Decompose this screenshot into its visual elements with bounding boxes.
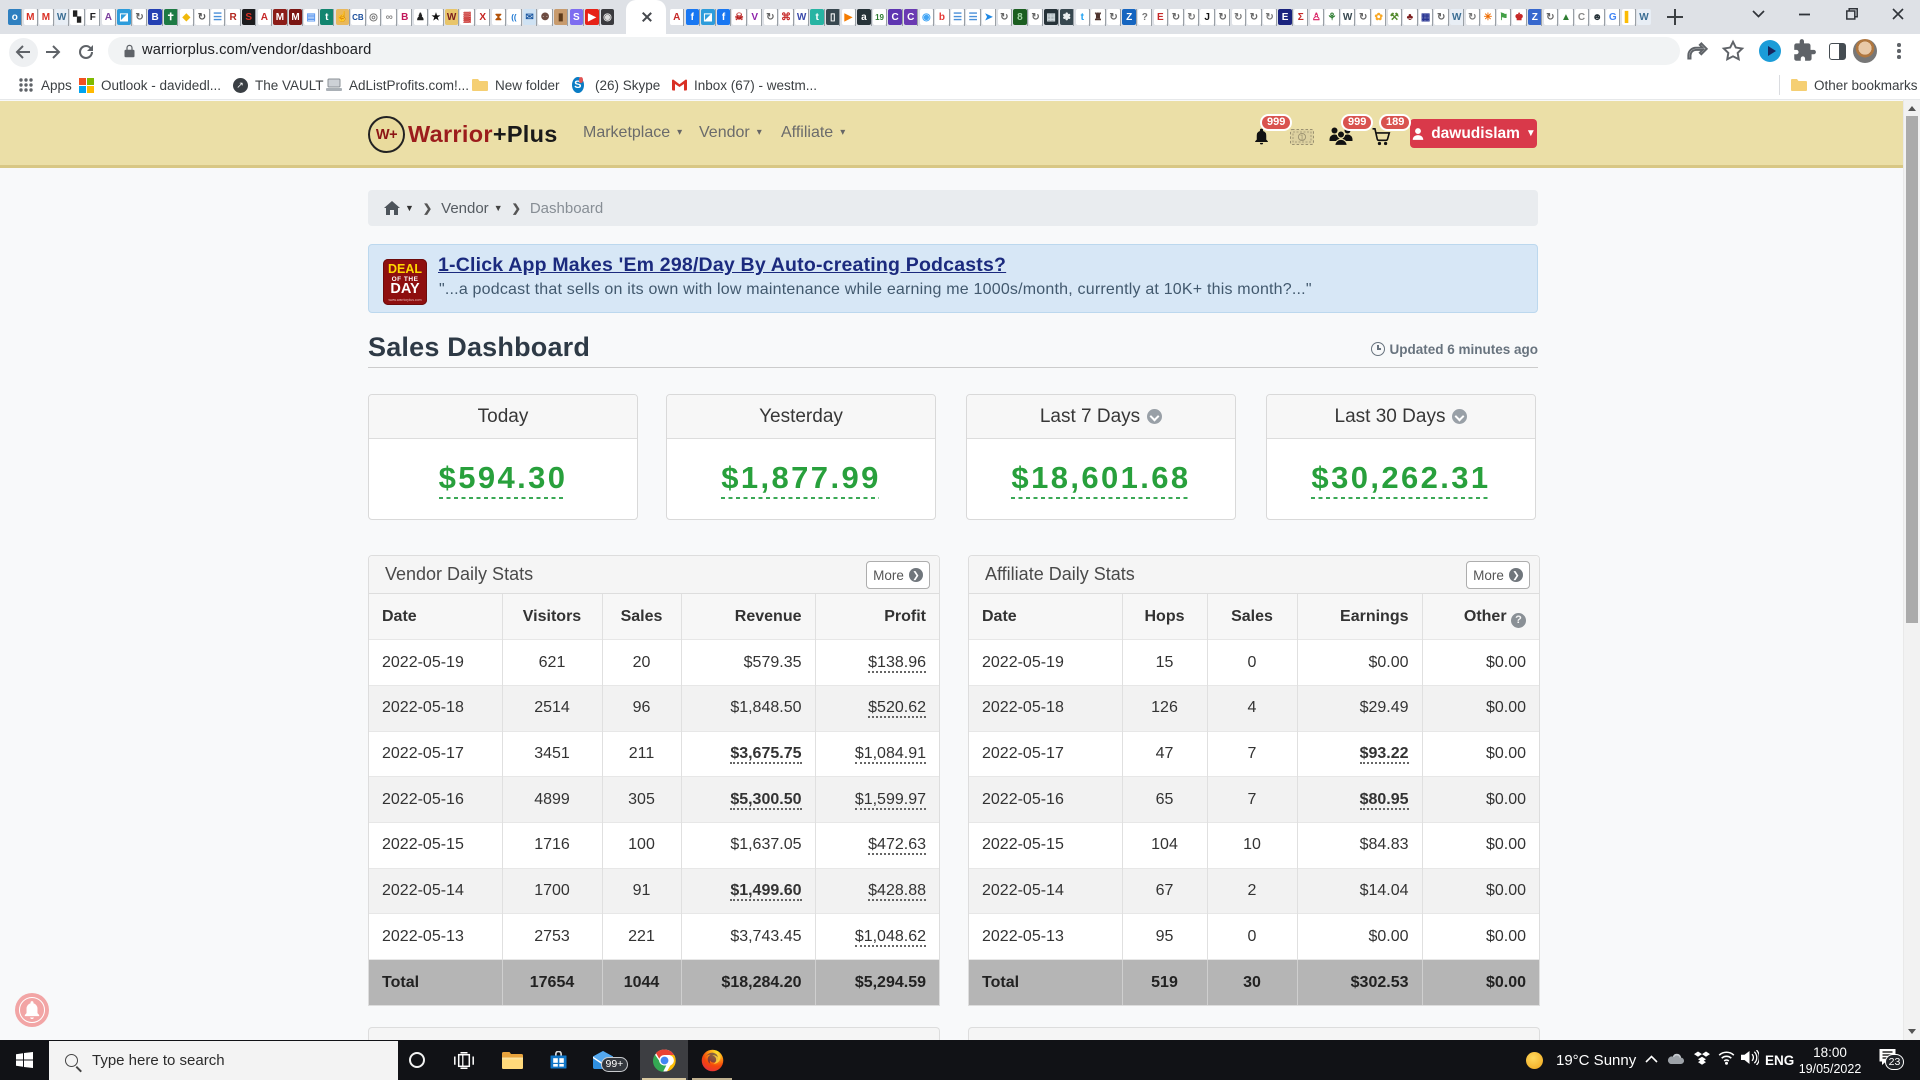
- svg-text:1: 1: [1300, 133, 1304, 142]
